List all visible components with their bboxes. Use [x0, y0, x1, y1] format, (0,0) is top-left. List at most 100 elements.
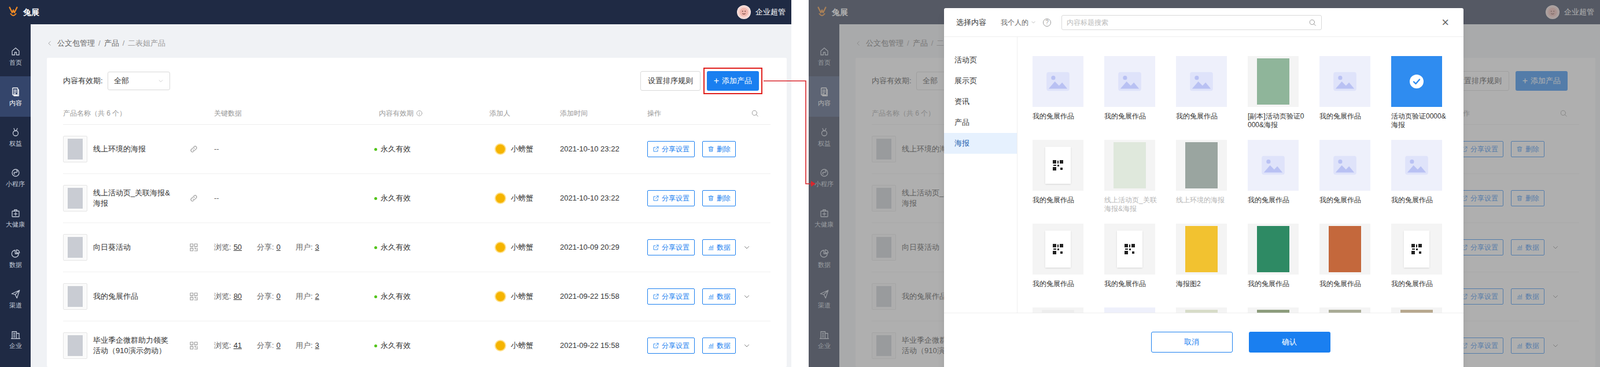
- content-thumbnail[interactable]: [1175, 56, 1227, 108]
- sidebar-item[interactable]: 权益: [0, 116, 31, 158]
- data-button[interactable]: 数据: [702, 288, 736, 305]
- content-card[interactable]: 我的兔展作品: [1247, 139, 1299, 214]
- content-thumbnail[interactable]: [1032, 139, 1084, 191]
- content-card[interactable]: 我的兔展作品: [1175, 56, 1227, 130]
- content-thumbnail[interactable]: [1319, 307, 1371, 313]
- product-name[interactable]: 线上环境的海报: [93, 144, 172, 155]
- sort-rule-button[interactable]: 设置排序规则: [640, 71, 701, 91]
- content-card[interactable]: 活动页验证0000&海报: [1391, 56, 1443, 130]
- product-name[interactable]: 向日葵活动: [93, 242, 172, 253]
- category-item[interactable]: 展示页: [944, 70, 1017, 92]
- content-thumbnail[interactable]: [1104, 56, 1156, 108]
- search-field[interactable]: [1061, 15, 1322, 31]
- product-name[interactable]: 毕业季企微群助力领奖活动（910演示勿动）: [93, 335, 172, 357]
- content-thumbnail[interactable]: [1247, 223, 1299, 275]
- content-thumbnail[interactable]: [1391, 223, 1443, 275]
- content-card[interactable]: 我的兔展作品: [1032, 56, 1084, 130]
- content-thumbnail[interactable]: [1247, 56, 1299, 108]
- content-thumbnail[interactable]: [1391, 307, 1443, 313]
- content-card[interactable]: 我的兔展作品: [1319, 139, 1371, 214]
- category-item[interactable]: 海报: [944, 133, 1017, 154]
- stat-value[interactable]: 3: [315, 340, 320, 352]
- content-card[interactable]: 我的兔展作品: [1247, 223, 1299, 298]
- content-thumbnail[interactable]: [1247, 139, 1299, 191]
- content-card[interactable]: 线上环境的海报: [1175, 139, 1227, 214]
- content-thumbnail[interactable]: [1391, 139, 1443, 191]
- content-thumbnail[interactable]: [1175, 139, 1227, 191]
- content-thumbnail[interactable]: [1104, 307, 1156, 313]
- delete-button[interactable]: 删除: [702, 141, 736, 158]
- search-input[interactable]: [1062, 15, 1309, 30]
- content-card[interactable]: 我的兔展作品: [1319, 56, 1371, 130]
- category-item[interactable]: 活动页: [944, 49, 1017, 71]
- content-thumbnail[interactable]: [1175, 223, 1227, 275]
- stat-value[interactable]: 0: [276, 340, 281, 352]
- content-thumbnail[interactable]: [1319, 139, 1371, 191]
- content-thumbnail[interactable]: [1175, 307, 1227, 313]
- help-icon[interactable]: ?: [1042, 18, 1052, 27]
- sidebar-item[interactable]: 渠道: [0, 278, 31, 320]
- content-thumbnail[interactable]: [1319, 223, 1371, 275]
- share-button[interactable]: 分享设置: [647, 337, 695, 355]
- stat-value[interactable]: 3: [315, 241, 320, 254]
- sidebar-item[interactable]: 数据: [0, 238, 31, 279]
- content-card[interactable]: [副本]活动页验证0000&海报: [1247, 56, 1299, 130]
- share-button[interactable]: 分享设置: [647, 239, 695, 256]
- content-card[interactable]: [1247, 307, 1299, 313]
- scope-select[interactable]: 我个人的: [1000, 17, 1037, 28]
- stat-value[interactable]: 41: [233, 340, 242, 352]
- content-card[interactable]: [1104, 307, 1156, 313]
- sidebar-item[interactable]: 企业: [0, 319, 31, 360]
- content-thumbnail[interactable]: [1104, 139, 1156, 191]
- filter-select[interactable]: 全部: [107, 71, 171, 91]
- sidebar-item[interactable]: 内容: [0, 76, 31, 117]
- breadcrumb-item[interactable]: 产品: [104, 37, 120, 50]
- stat-value[interactable]: 50: [233, 241, 242, 254]
- stat-value[interactable]: 0: [276, 290, 281, 303]
- breadcrumb-item[interactable]: 二表姐产品: [127, 37, 166, 50]
- content-card[interactable]: 我的兔展作品: [1104, 223, 1156, 298]
- cancel-button[interactable]: 取消: [1151, 332, 1233, 353]
- content-card[interactable]: [1032, 307, 1084, 313]
- share-button[interactable]: 分享设置: [647, 288, 695, 305]
- content-thumbnail[interactable]: [1104, 223, 1156, 275]
- logo[interactable]: 兔展: [6, 5, 40, 19]
- sidebar-item[interactable]: 小程序: [0, 157, 31, 198]
- content-thumbnail[interactable]: [1319, 56, 1371, 108]
- stat-value[interactable]: 0: [276, 241, 281, 254]
- stat-value[interactable]: 2: [315, 290, 320, 303]
- sidebar-item[interactable]: 首页: [0, 35, 31, 77]
- content-card[interactable]: 我的兔展作品: [1391, 139, 1443, 214]
- content-card[interactable]: [1391, 307, 1443, 313]
- share-button[interactable]: 分享设置: [647, 141, 695, 158]
- sidebar-item[interactable]: 大健康: [0, 197, 31, 239]
- content-card[interactable]: [1175, 307, 1227, 313]
- user-menu[interactable]: 企业超管: [736, 5, 786, 20]
- data-button[interactable]: 数据: [702, 239, 736, 256]
- breadcrumb-item[interactable]: 公文包管理: [57, 37, 95, 50]
- content-card[interactable]: 海报图2: [1175, 223, 1227, 298]
- content-thumbnail[interactable]: [1247, 307, 1299, 313]
- category-item[interactable]: 产品: [944, 112, 1017, 134]
- content-card[interactable]: 我的兔展作品: [1032, 139, 1084, 214]
- confirm-button[interactable]: 确认: [1248, 332, 1331, 353]
- content-thumbnail[interactable]: [1032, 307, 1084, 313]
- content-card[interactable]: 我的兔展作品: [1319, 223, 1371, 298]
- product-name[interactable]: 线上活动页_关联海报&海报: [93, 187, 172, 209]
- stat-value[interactable]: 80: [233, 290, 242, 303]
- delete-button[interactable]: 删除: [702, 190, 736, 207]
- content-thumbnail[interactable]: [1391, 56, 1443, 108]
- data-button[interactable]: 数据: [702, 337, 736, 355]
- content-card[interactable]: 我的兔展作品: [1104, 56, 1156, 130]
- content-thumbnail[interactable]: [1032, 223, 1084, 275]
- content-card[interactable]: 我的兔展作品: [1032, 223, 1084, 298]
- share-button[interactable]: 分享设置: [647, 190, 695, 207]
- content-card[interactable]: 我的兔展作品: [1391, 223, 1443, 298]
- add-product-button[interactable]: +添加产品: [706, 71, 759, 91]
- category-item[interactable]: 资讯: [944, 91, 1017, 113]
- content-thumbnail[interactable]: [1032, 56, 1084, 108]
- content-card[interactable]: 线上活动页_关联海报&海报: [1104, 139, 1156, 214]
- product-name[interactable]: 我的兔展作品: [93, 291, 172, 302]
- close-button[interactable]: ×: [1439, 16, 1452, 29]
- content-card[interactable]: [1319, 307, 1371, 313]
